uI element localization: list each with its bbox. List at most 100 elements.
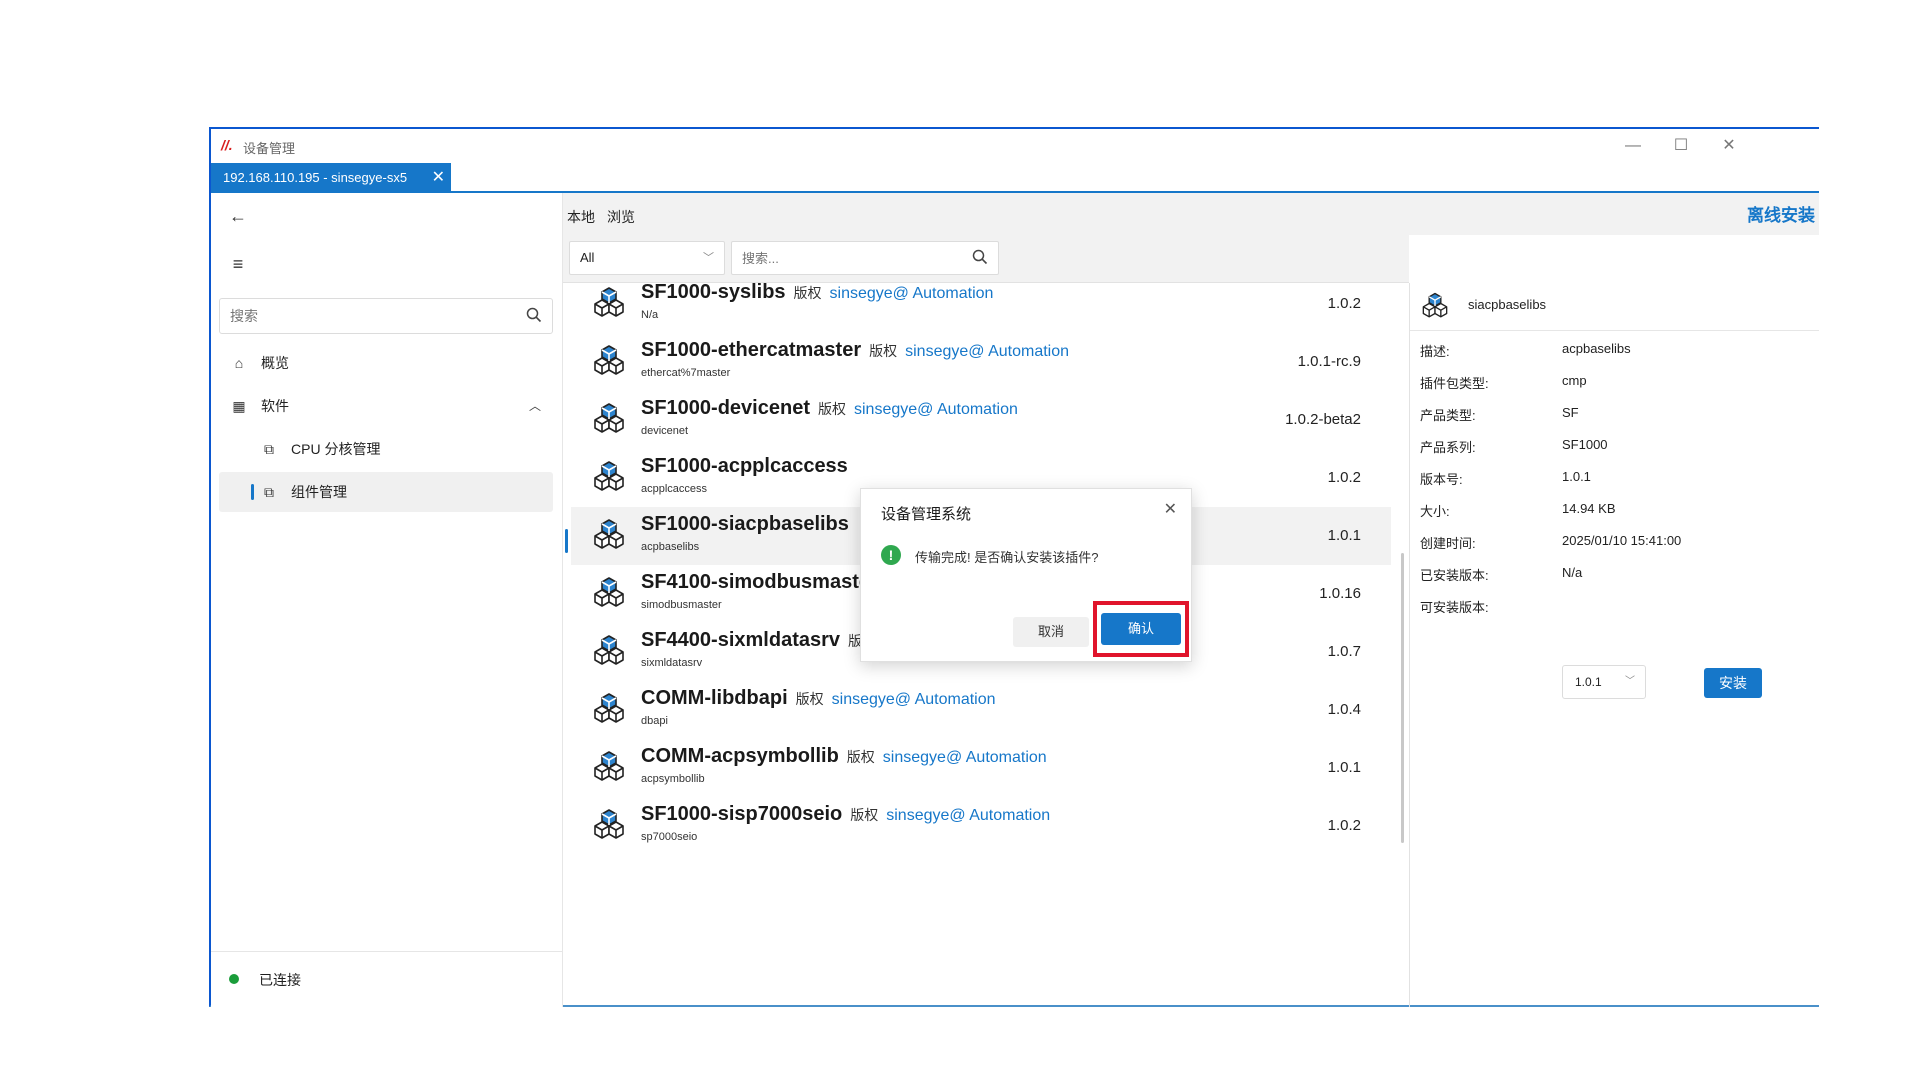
package-subname: ethercat%7master <box>641 367 731 379</box>
search-icon[interactable] <box>526 307 542 323</box>
selected-indicator <box>565 529 568 553</box>
detail-value: cmp <box>1562 373 1587 388</box>
package-cubes-icon <box>594 635 624 665</box>
connection-tab-strip: 192.168.110.195 - sinsegye-sx5 ✕ <box>211 163 1819 193</box>
close-tab-icon[interactable]: ✕ <box>432 163 445 193</box>
package-name: SF1000-sisp7000seio 版权 sinsegye@ Automatio… <box>641 803 1051 825</box>
package-author-link[interactable]: sinsegye@ Automation <box>854 401 1018 418</box>
package-author-link[interactable]: sinsegye@ Automation <box>883 749 1047 766</box>
package-row[interactable]: COMM-libdbapi 版权 sinsegye@ Automation dbap… <box>571 681 1391 739</box>
category-select[interactable]: All ﹀ <box>569 241 725 275</box>
dialog-message: 传输完成! 是否确认安装该插件? <box>915 550 1099 565</box>
detail-row: 创建时间: 2025/01/10 15:41:00 <box>1420 533 1810 553</box>
detail-row: 产品系列: SF1000 <box>1420 437 1810 457</box>
sidebar: ← ≡ ⌂ 概览 ▦ 软件 ︿ ⧉ CPU 分核管理 ⧉ 组件管理 <box>211 193 563 1007</box>
confirm-install-dialog: 设备管理系统 ✕ ! 传输完成! 是否确认安装该插件? 取消 确认 <box>860 488 1192 662</box>
sidebar-search <box>219 298 553 334</box>
close-window-button[interactable]: ✕ <box>1707 133 1751 159</box>
package-author-link[interactable]: sinsegye@ Automation <box>830 285 994 302</box>
dialog-title: 设备管理系统 <box>881 506 972 523</box>
package-subname: sp7000seio <box>641 831 698 843</box>
package-row[interactable]: SF1000-ethercatmaster 版权 sinsegye@ Automat… <box>571 333 1391 391</box>
window-title: 设备管理 <box>243 141 296 156</box>
connection-tab[interactable]: 192.168.110.195 - sinsegye-sx5 ✕ <box>211 163 451 193</box>
install-button[interactable]: 安装 <box>1704 668 1762 698</box>
package-row[interactable]: SF1000-devicenet 版权 sinsegye@ Automation d… <box>571 391 1391 449</box>
package-subname: sixmldatasrv <box>641 657 703 669</box>
back-arrow-icon[interactable]: ← <box>227 205 249 227</box>
chevron-up-icon[interactable]: ︿ <box>529 386 541 426</box>
package-subname: acpbaselibs <box>641 541 700 553</box>
sidebar-item-cpu-core[interactable]: ⧉ CPU 分核管理 <box>219 429 553 469</box>
detail-row: 大小: 14.94 KB <box>1420 501 1810 521</box>
details-header: siacpbaselibs <box>1410 283 1819 331</box>
sidebar-item-label: 概览 <box>261 355 289 371</box>
sidebar-item-component-mgmt[interactable]: ⧉ 组件管理 <box>219 472 553 512</box>
detail-key: 可安装版本: <box>1420 600 1489 615</box>
package-cubes-icon <box>594 403 624 433</box>
package-subname: simodbusmaster <box>641 599 722 611</box>
connection-tab-label: 192.168.110.195 - sinsegye-sx5 <box>223 170 408 185</box>
cancel-button[interactable]: 取消 <box>1013 617 1089 647</box>
detail-value: N/a <box>1562 565 1583 580</box>
package-cubes-icon <box>594 461 624 491</box>
detail-row: 已安装版本: N/a <box>1420 565 1810 585</box>
package-name: COMM-libdbapi 版权 sinsegye@ Automation <box>641 687 996 709</box>
installable-version-value: 1.0.1 <box>1575 675 1602 689</box>
detail-value: 2025/01/10 15:41:00 <box>1562 533 1682 548</box>
package-row[interactable]: SF1000-syslibs 版权 sinsegye@ Automation N/a… <box>571 283 1391 333</box>
grid-icon: ▦ <box>232 398 246 414</box>
offline-install-button[interactable]: 离线安装 <box>1747 201 1815 226</box>
package-version: 1.0.1-rc.9 <box>1297 353 1361 370</box>
installable-version-select[interactable]: 1.0.1 ﹀ <box>1562 665 1646 699</box>
package-version: 1.0.1 <box>1327 759 1361 776</box>
package-cubes-icon <box>594 751 624 781</box>
tab-browse[interactable]: 浏览 <box>607 207 635 227</box>
puzzle-icon: ⧉ <box>264 441 274 457</box>
detail-key: 产品类型: <box>1420 408 1476 423</box>
detail-row: 描述: acpbaselibs <box>1420 341 1810 361</box>
package-version: 1.0.2 <box>1327 469 1361 486</box>
maximize-button[interactable]: ☐ <box>1659 133 1703 159</box>
detail-key: 版本号: <box>1420 472 1463 487</box>
success-check-icon: ! <box>881 545 901 565</box>
title-bar: //. 设备管理 — ☐ ✕ <box>211 129 1819 163</box>
confirm-button[interactable]: 确认 <box>1101 613 1181 645</box>
detail-row: 版本号: 1.0.1 <box>1420 469 1810 489</box>
package-subname: acpsymbollib <box>641 773 705 785</box>
tab-local[interactable]: 本地 <box>567 207 595 227</box>
close-icon[interactable]: ✕ <box>1164 499 1177 519</box>
package-name: SF1000-ethercatmaster 版权 sinsegye@ Automat… <box>641 339 1070 361</box>
package-copyright: 版权 <box>795 691 824 707</box>
home-icon: ⌂ <box>234 355 244 371</box>
package-cubes-icon <box>594 809 624 839</box>
package-row[interactable]: SF1000-sisp7000seio 版权 sinsegye@ Automatio… <box>571 797 1391 855</box>
package-author-link[interactable]: sinsegye@ Automation <box>886 807 1050 824</box>
package-search-input[interactable] <box>732 242 952 274</box>
status-text: 已连接 <box>259 972 301 988</box>
package-author-link[interactable]: sinsegye@ Automation <box>905 343 1069 360</box>
package-version: 1.0.2 <box>1327 295 1361 312</box>
detail-value: 1.0.1 <box>1562 469 1591 484</box>
sidebar-search-input[interactable] <box>220 299 510 333</box>
search-icon[interactable] <box>972 249 988 265</box>
list-scrollbar[interactable] <box>1401 553 1404 843</box>
package-cubes-icon <box>594 577 624 607</box>
package-author-link[interactable]: sinsegye@ Automation <box>832 691 996 708</box>
sidebar-item-overview[interactable]: ⌂ 概览 <box>219 343 553 383</box>
sidebar-item-software[interactable]: ▦ 软件 ︿ <box>219 386 553 426</box>
package-name: SF1000-siacpbaselibs <box>641 513 849 535</box>
menu-icon[interactable]: ≡ <box>227 253 249 275</box>
app-logo-icon: //. <box>221 137 233 153</box>
package-copyright: 版权 <box>817 401 846 417</box>
package-copyright: 版权 <box>793 285 822 301</box>
detail-row: 可安装版本: <box>1420 597 1810 617</box>
chevron-down-icon: ﹀ <box>703 252 714 264</box>
detail-row: 插件包类型: cmp <box>1420 373 1810 393</box>
connection-status: 已连接 <box>211 951 562 1007</box>
package-row[interactable]: COMM-acpsymbollib 版权 sinsegye@ Automation … <box>571 739 1391 797</box>
minimize-button[interactable]: — <box>1611 133 1655 159</box>
package-subname: acpplcaccess <box>641 483 708 495</box>
package-copyright: 版权 <box>869 343 898 359</box>
detail-value: SF1000 <box>1562 437 1608 452</box>
